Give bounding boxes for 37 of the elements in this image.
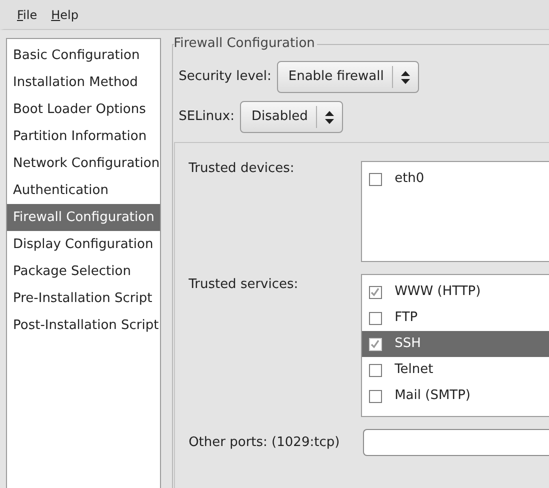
list-row[interactable]: Mail (SMTP) [362, 383, 549, 409]
list-row[interactable]: SSH [362, 331, 549, 357]
checkbox[interactable] [368, 286, 382, 298]
sidebar-item[interactable]: Package Selection [7, 258, 160, 285]
ports-input-field[interactable] [362, 429, 549, 456]
list-row[interactable]: eth0 [362, 166, 549, 192]
sidebar-item[interactable]: Display Configuration [7, 231, 160, 258]
sidebar-item[interactable]: Network Configuration [7, 150, 160, 177]
checkbox[interactable] [368, 312, 382, 324]
sidebar-item[interactable]: Boot Loader Options [7, 96, 160, 123]
checkmark-icon [370, 287, 380, 297]
list-row[interactable]: WWW (HTTP) [362, 279, 549, 305]
sidebar-item[interactable]: Pre-Installation Script [7, 285, 160, 312]
dropdown[interactable]: Disabled [240, 101, 343, 133]
list-row[interactable]: Telnet [362, 357, 549, 383]
sidebar-item[interactable]: Partition Information [7, 123, 160, 150]
updown-arrows-icon [324, 110, 334, 124]
checkbox[interactable] [368, 364, 382, 376]
field-label: Security level: [178, 68, 272, 86]
field-label: Other ports: (1029:tcp) [188, 434, 341, 452]
checkmark-icon [370, 339, 380, 349]
sidebar-item[interactable]: Installation Method [7, 69, 160, 96]
field-label: Trusted devices: [188, 161, 296, 178]
updown-arrows-icon [400, 70, 410, 84]
list-row[interactable]: FTP [362, 305, 549, 331]
menu-item[interactable]: Help [51, 6, 78, 24]
menu-item[interactable]: File [17, 6, 38, 24]
group-legend: Firewall Configuration [174, 36, 317, 52]
field-label: Trusted services: [188, 276, 300, 294]
sidebar-item[interactable]: Basic Configuration [7, 42, 160, 69]
checkbox[interactable] [368, 172, 382, 186]
field-label: SELinux: [178, 108, 234, 126]
sidebar-item[interactable]: Authentication [7, 177, 160, 204]
sidebar-item[interactable]: Firewall Configuration [7, 204, 160, 231]
dropdown[interactable]: Enable firewall [277, 61, 419, 93]
checkbox[interactable] [368, 390, 382, 402]
sidebar-item[interactable]: Post-Installation Script [7, 312, 160, 339]
